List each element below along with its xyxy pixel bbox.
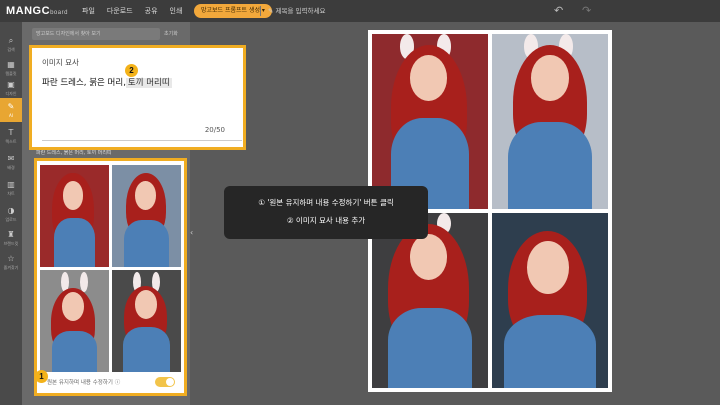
description-title: 이미지 묘사 xyxy=(42,58,79,67)
tooltip-step-2: ② 이미지 묘사 내용 추가 xyxy=(286,216,366,225)
brandkit-icon: ♜ xyxy=(7,230,15,239)
description-text[interactable]: 파란 드레스, 붉은 머리, 토끼 머리띠 xyxy=(42,76,172,88)
menu-download[interactable]: 다운로드 xyxy=(101,4,139,18)
canvas-image[interactable] xyxy=(372,213,488,388)
step-badge-1: 1 xyxy=(35,370,48,383)
thumbnail-image[interactable] xyxy=(112,270,181,372)
ai-brush-icon: ✎ xyxy=(7,102,15,111)
text-icon: T xyxy=(8,128,14,137)
rail-item-upload[interactable]: ◑ 업로드 xyxy=(0,202,22,226)
template-icon: ▦ xyxy=(7,60,15,69)
panel-collapse-icon[interactable]: ‹ xyxy=(190,228,193,237)
rail-item-ai[interactable]: ✎ AI xyxy=(0,98,22,122)
rail-item-favorites[interactable]: ☆ 즐겨찾기 xyxy=(0,250,22,274)
document-title-input[interactable]: ✎ 제목을 입력하세요 xyxy=(268,5,325,15)
canvas-image[interactable] xyxy=(372,34,488,209)
redo-icon[interactable]: ↷ xyxy=(582,4,591,17)
divider xyxy=(260,6,261,16)
main-menu: 파일 다운로드 공유 인쇄 xyxy=(76,4,188,18)
menu-share[interactable]: 공유 xyxy=(139,4,164,18)
reset-button[interactable]: 초기화 xyxy=(164,30,178,37)
rail-item-brandkit[interactable]: ♜ 브랜드킷 xyxy=(0,226,22,250)
character-count: 20/50 xyxy=(204,126,225,134)
thumbnail-image[interactable] xyxy=(40,165,109,267)
description-summary: 파란 드레스, 붉은 머리, 토끼 머리띠 xyxy=(36,150,112,156)
star-icon: ☆ xyxy=(7,254,15,263)
tooltip-step-1: ① '원본 유지하며 내용 수정하기' 버튼 클릭 xyxy=(258,198,394,207)
undo-icon[interactable]: ↶ xyxy=(554,4,563,17)
thumbnail-grid xyxy=(40,165,181,372)
instruction-tooltip: ① '원본 유지하며 내용 수정하기' 버튼 클릭 ② 이미지 묘사 내용 추가 xyxy=(224,186,428,239)
thumbnail-image[interactable] xyxy=(112,165,181,267)
background-icon: ✉ xyxy=(7,154,15,163)
canvas-image[interactable] xyxy=(492,213,608,388)
logo[interactable]: MANGCboard xyxy=(6,5,68,17)
menu-print[interactable]: 인쇄 xyxy=(164,4,189,18)
step-badge-2: 2 xyxy=(125,64,138,77)
upload-icon: ◑ xyxy=(7,206,15,215)
rail-item-design[interactable]: ▣ 디자인 xyxy=(0,76,22,100)
chart-icon: ▥ xyxy=(7,180,15,189)
rail-item-background[interactable]: ✉ 배경 xyxy=(0,150,22,174)
rail-item-search[interactable]: ⌕ 검색 xyxy=(0,32,22,56)
canvas-image[interactable] xyxy=(492,34,608,209)
search-icon: ⌕ xyxy=(8,36,14,45)
panel-search-input[interactable]: 망고보드 디자인에서 찾아 보기 xyxy=(32,28,160,40)
keep-original-label: 원본 유지하며 내용 수정하기 ⓘ xyxy=(47,380,121,386)
description-added-text: 토끼 머리띠 xyxy=(125,78,172,88)
keep-original-row: 원본 유지하며 내용 수정하기 ⓘ xyxy=(47,376,177,388)
rail-item-chart[interactable]: ▥ 차트 xyxy=(0,176,22,200)
divider xyxy=(42,140,242,141)
top-bar: MANGCboard 파일 다운로드 공유 인쇄 망고보드 프롬프트 생성 ▾ … xyxy=(0,0,720,22)
rail-item-text[interactable]: T 텍스트 xyxy=(0,124,22,148)
thumbnail-image[interactable] xyxy=(40,270,109,372)
generated-images-card: 원본 유지하며 내용 수정하기 ⓘ xyxy=(34,158,187,396)
menu-file[interactable]: 파일 xyxy=(76,4,101,18)
keep-original-toggle[interactable] xyxy=(155,377,175,387)
left-rail: ⌕ 검색 ▦ 템플릿 ▣ 디자인 ✎ AI T 텍스트 ✉ 배경 ▥ 차트 ◑ 업로드 ♜ 브랜드… xyxy=(0,22,22,405)
image-description-field[interactable]: 이미지 묘사 파란 드레스, 붉은 머리, 토끼 머리띠 20/50 xyxy=(29,45,246,150)
design-icon: ▣ xyxy=(7,80,15,89)
